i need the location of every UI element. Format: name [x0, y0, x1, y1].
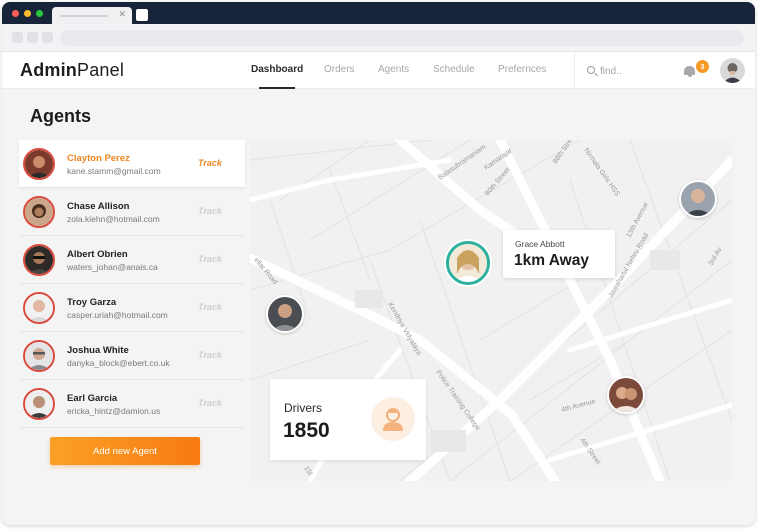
agent-row[interactable]: Clayton Perez kane.stamm@gmail.com Track — [19, 140, 245, 188]
nav-schedule[interactable]: Schedule — [433, 64, 475, 75]
search-input[interactable] — [600, 63, 670, 79]
driver-pin[interactable] — [607, 376, 645, 414]
browser-toolbar — [2, 24, 755, 52]
agent-row[interactable]: Albert Obrien waters_johan@anais.ca Trac… — [19, 236, 245, 284]
agent-avatar — [23, 196, 55, 228]
callout-driver-name: Grace Abbott — [515, 239, 565, 249]
nav-agents[interactable]: Agents — [378, 64, 409, 75]
agent-email: casper.uriah@hotmail.com — [67, 310, 168, 320]
agent-name: Joshua White — [67, 345, 129, 356]
agent-name: Albert Obrien — [67, 249, 128, 260]
track-link[interactable]: Track — [198, 158, 222, 168]
agent-email: danyka_block@ebert.co.uk — [67, 358, 170, 368]
agent-email: ericka_hintz@damion.us — [67, 406, 161, 416]
notification-badge: 3 — [695, 59, 710, 74]
maximize-window-button[interactable] — [36, 10, 43, 17]
footer-band — [2, 488, 755, 525]
search-box — [574, 52, 674, 89]
close-window-button[interactable] — [12, 10, 19, 17]
user-avatar[interactable] — [720, 58, 745, 83]
logo-bold-text: Admin — [20, 60, 77, 80]
admin-app: AdminPanel Dashboard Orders Agents Sched… — [2, 52, 755, 525]
drivers-label: Drivers — [284, 401, 322, 415]
driver-pin[interactable] — [679, 180, 717, 218]
agent-row[interactable]: Earl Garcia ericka_hintz@damion.us Track — [19, 380, 245, 428]
agent-email: kane.stamm@gmail.com — [67, 166, 161, 176]
agent-list: Clayton Perez kane.stamm@gmail.com Track… — [19, 140, 245, 485]
page-title: Agents — [30, 106, 92, 126]
callout-distance: 1km Away — [514, 252, 589, 269]
agents-panel: Clayton Perez kane.stamm@gmail.com Track… — [5, 140, 732, 485]
agent-row[interactable]: Troy Garza casper.uriah@hotmail.com Trac… — [19, 284, 245, 332]
agent-avatar — [23, 340, 55, 372]
track-link[interactable]: Track — [198, 350, 222, 360]
agent-avatar — [23, 148, 55, 180]
browser-titlebar: ✕ — [2, 2, 755, 24]
new-tab-button[interactable] — [136, 9, 148, 21]
add-agent-button[interactable]: Add new Agent — [50, 437, 200, 465]
agent-avatar — [23, 292, 55, 324]
driver-callout[interactable]: Grace Abbott 1km Away — [503, 230, 615, 278]
minimize-window-button[interactable] — [24, 10, 31, 17]
browser-tab[interactable]: ✕ — [52, 7, 132, 24]
agent-name: Earl Garcia — [67, 393, 118, 404]
agent-avatar — [23, 388, 55, 420]
track-link[interactable]: Track — [198, 398, 222, 408]
reload-button[interactable] — [42, 32, 53, 43]
agent-name: Clayton Perez — [67, 153, 130, 164]
drivers-count: 1850 — [283, 419, 330, 442]
driver-pin[interactable] — [266, 295, 304, 333]
agent-email: zola.kiehn@hotmail.com — [67, 214, 160, 224]
selected-driver-pin[interactable] — [446, 241, 490, 285]
forward-button[interactable] — [27, 32, 38, 43]
agent-avatar — [23, 244, 55, 276]
bell-clapper — [688, 75, 692, 77]
driver-icon — [371, 397, 415, 441]
browser-window: ✕ AdminPanel Dashboard Orders Agents Sch… — [2, 2, 755, 525]
nav-preferences[interactable]: Prefernces — [498, 64, 546, 75]
logo-light-text: Panel — [77, 60, 125, 80]
tab-title-placeholder — [60, 15, 108, 17]
nav-dashboard[interactable]: Dashboard — [251, 64, 303, 75]
agent-name: Chase Allison — [67, 201, 130, 212]
app-logo[interactable]: AdminPanel — [20, 60, 124, 81]
close-tab-icon[interactable]: ✕ — [118, 9, 126, 20]
agent-row[interactable]: Joshua White danyka_block@ebert.co.uk Tr… — [19, 332, 245, 380]
track-link[interactable]: Track — [198, 254, 222, 264]
agent-name: Troy Garza — [67, 297, 117, 308]
nav-orders[interactable]: Orders — [324, 64, 355, 75]
app-header: AdminPanel Dashboard Orders Agents Sched… — [2, 52, 755, 89]
back-button[interactable] — [12, 32, 23, 43]
drivers-count-card: Drivers 1850 — [270, 379, 426, 460]
agent-row[interactable]: Chase Allison zola.kiehn@hotmail.com Tra… — [19, 188, 245, 236]
address-bar[interactable] — [60, 30, 744, 46]
bell-body — [684, 66, 695, 75]
track-link[interactable]: Track — [198, 206, 222, 216]
active-nav-indicator — [259, 87, 295, 89]
track-link[interactable]: Track — [198, 302, 222, 312]
agent-email: waters_johan@anais.ca — [67, 262, 158, 272]
map-view[interactable]: Balasubramaniam Kamarajar 80th Street 88… — [250, 140, 732, 481]
search-icon — [587, 66, 595, 74]
